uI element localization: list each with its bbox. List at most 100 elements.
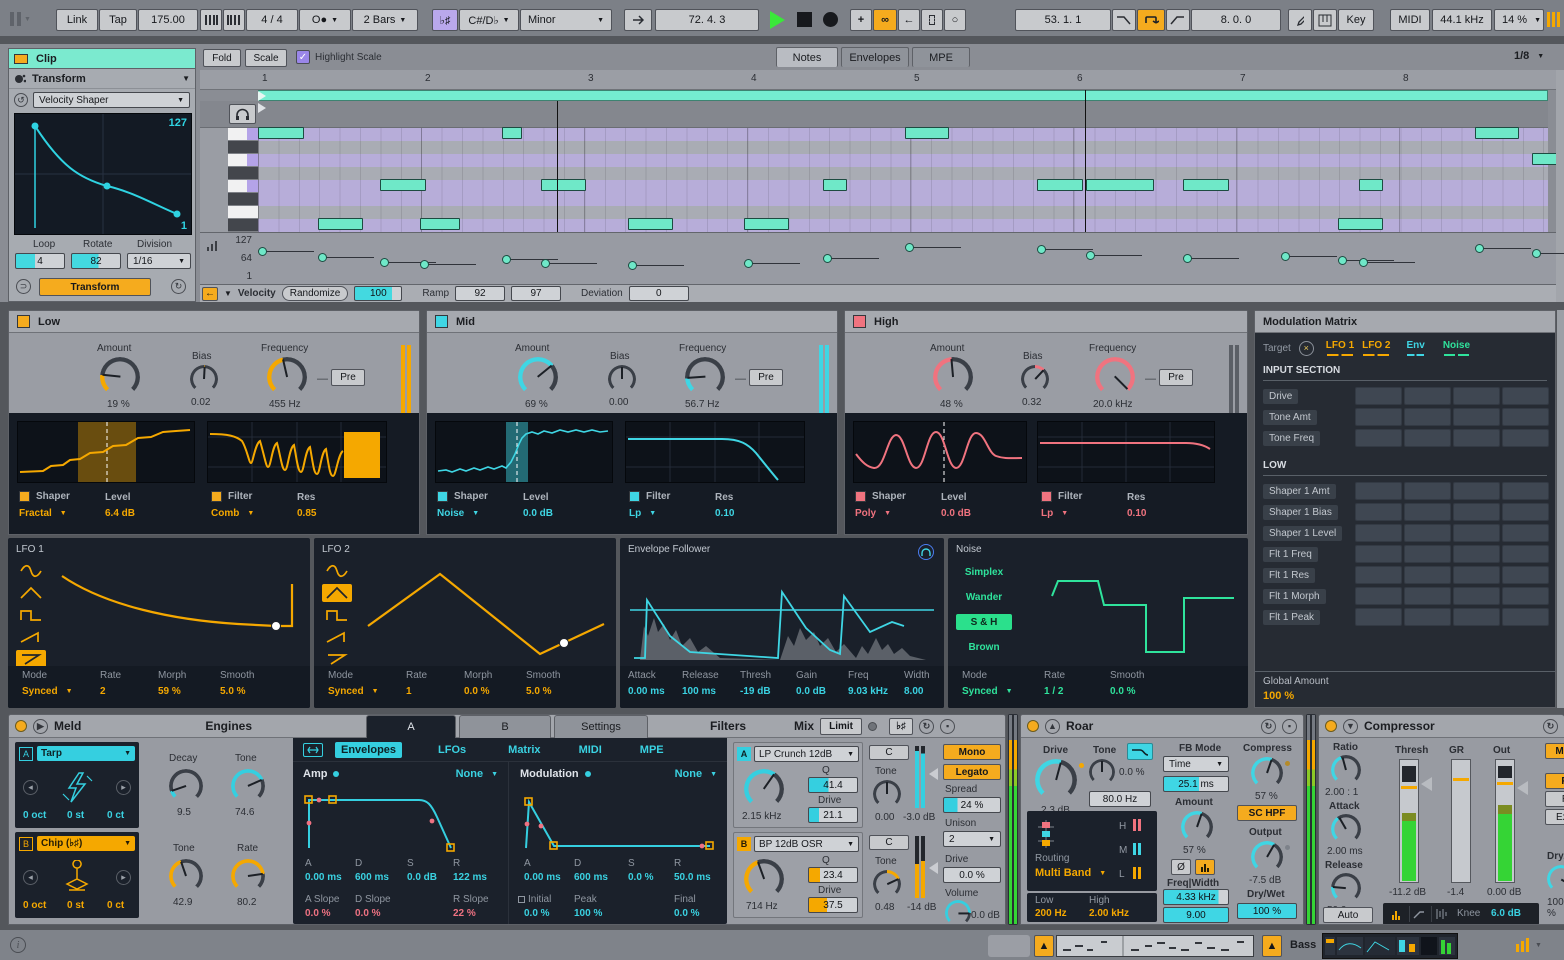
matrix-row-label[interactable]: Flt 1 Res [1263, 568, 1315, 583]
transform-loop-mode-icon[interactable]: ⊃ [16, 279, 31, 294]
matrix-cell[interactable] [1502, 587, 1549, 605]
follow-button[interactable] [624, 9, 652, 31]
lfo1-saw-up-icon[interactable] [16, 628, 46, 646]
engine-b-knob2-value[interactable]: 80.2 [237, 897, 256, 908]
matrix-cell[interactable] [1355, 587, 1402, 605]
midi-note[interactable] [541, 179, 586, 191]
low-bias-value[interactable]: 0.02 [191, 397, 210, 408]
engine-a-knob1-value[interactable]: 9.5 [177, 807, 191, 818]
lfo1-waveform-display[interactable] [54, 560, 304, 666]
velocity-marker[interactable] [420, 260, 429, 269]
midi-note[interactable] [1037, 179, 1083, 191]
env-link-icon[interactable] [303, 743, 323, 757]
velocity-marker[interactable] [1475, 244, 1484, 253]
filter-a-type-selector[interactable]: LP Crunch 12dB▼ [754, 746, 859, 762]
meld-save-icon[interactable]: ▪ [940, 719, 955, 734]
engine-b-oct[interactable]: 0 oct [23, 900, 46, 911]
filter-a-drive-value[interactable]: 21.1 [808, 807, 858, 823]
low-shaper-display[interactable] [17, 421, 195, 483]
roar-drive-knob[interactable] [1035, 759, 1077, 801]
mod-initial-value[interactable]: 0.0 % [524, 908, 550, 919]
low-frequency-knob[interactable] [267, 357, 307, 397]
crossover-high-value[interactable]: 2.00 kHz [1089, 908, 1129, 919]
mix-a-level-handle[interactable] [929, 768, 938, 780]
high-shaper-display[interactable] [853, 421, 1027, 483]
expand-button[interactable]: Expand [1545, 809, 1564, 825]
matrix-row-label[interactable]: Tone Amt [1263, 410, 1317, 425]
midi-note[interactable] [502, 127, 522, 139]
band-mid-activator[interactable] [435, 315, 448, 328]
filter-a-freq-value[interactable]: 2.15 kHz [742, 811, 781, 822]
key-signature-toggle[interactable]: ♭♯ [432, 9, 458, 31]
subtab-midi[interactable]: MIDI [573, 742, 608, 758]
tempo-field[interactable]: 175.00 [138, 9, 198, 31]
noise-type-simplex[interactable]: Simplex [956, 564, 1012, 580]
matrix-row-label[interactable]: Drive [1263, 389, 1298, 404]
high-filter-toggle[interactable] [1041, 491, 1052, 502]
envf-thresh-value[interactable]: -19 dB [740, 686, 771, 697]
matrix-cell[interactable] [1453, 545, 1500, 563]
output-meter-icon[interactable]: ▼ [1516, 938, 1542, 952]
knee-value[interactable]: 6.0 dB [1491, 908, 1521, 919]
meld-activator[interactable] [15, 720, 27, 732]
low-amount-value[interactable]: 19 % [107, 399, 130, 410]
engine-b-rate-knob[interactable] [231, 859, 265, 893]
key-map-button[interactable]: Key [1338, 9, 1374, 31]
volume-knob[interactable] [945, 900, 971, 925]
matrix-cell[interactable] [1453, 587, 1500, 605]
highlight-scale-checkbox[interactable]: ✓ [296, 50, 310, 64]
mod-peak-value[interactable]: 100 % [574, 908, 602, 919]
tab-notes[interactable]: Notes [776, 47, 838, 67]
matrix-cell[interactable] [1355, 608, 1402, 626]
mid-shaper-toggle[interactable] [437, 491, 448, 502]
mix-a-db-value[interactable]: -3.0 dB [903, 812, 935, 823]
release-knob[interactable] [1331, 873, 1361, 903]
lfo2-square-icon[interactable] [322, 606, 352, 624]
meld-scale-aware-icon[interactable]: ♭♯ [889, 718, 913, 735]
midi-note[interactable] [258, 127, 304, 139]
velocity-marker[interactable] [628, 261, 637, 270]
matrix-row-label[interactable]: Flt 1 Morph [1263, 589, 1326, 604]
out-value[interactable]: 0.00 dB [1487, 887, 1521, 898]
makeup-button[interactable]: Makeup [1545, 743, 1564, 759]
subtab-lfos[interactable]: LFOs [432, 742, 472, 758]
fb-mode-selector[interactable]: Time▼ [1163, 756, 1229, 772]
overdub-button[interactable]: ∞ [873, 9, 897, 31]
record-button[interactable] [823, 12, 838, 27]
ramp-end-field[interactable]: 97 [511, 286, 561, 301]
matrix-cell[interactable] [1502, 545, 1549, 563]
noise-smooth-value[interactable]: 0.0 % [1110, 686, 1136, 697]
amp-sustain-value[interactable]: 0.0 dB [407, 872, 437, 883]
mix-b-pan[interactable]: C [869, 835, 909, 850]
stop-button[interactable] [797, 12, 812, 27]
midi-note[interactable] [1475, 127, 1519, 139]
midi-note[interactable] [380, 179, 426, 191]
lfo2-saw-up-icon[interactable] [322, 628, 352, 646]
re-enable-automation-button[interactable] [921, 9, 943, 31]
velocity-marker[interactable] [1281, 252, 1290, 261]
lfo2-smooth-value[interactable]: 5.0 % [526, 686, 552, 697]
quantization-selector[interactable]: 2 Bars▼ [352, 9, 418, 31]
noise-display[interactable] [1048, 560, 1240, 664]
nudge-up-icon[interactable] [223, 9, 245, 31]
matrix-row-label[interactable]: Shaper 1 Amt [1263, 484, 1336, 499]
device-chain-overview[interactable] [1322, 933, 1458, 959]
engine-a-decay-knob[interactable] [169, 769, 203, 803]
band-low-activator[interactable] [17, 315, 30, 328]
spread-value[interactable]: 24 % [943, 797, 1001, 813]
mid-filter-toggle[interactable] [629, 491, 640, 502]
matrix-source-lfo1[interactable]: LFO 1 [1326, 340, 1354, 356]
link-button[interactable]: Link [56, 9, 98, 31]
midi-note[interactable] [420, 218, 460, 230]
lane-add-caret-icon[interactable]: ▼ [224, 289, 232, 298]
envf-attack-value[interactable]: 0.00 ms [628, 686, 665, 697]
low-frequency-value[interactable]: 455 Hz [269, 399, 301, 410]
mix-a-pan[interactable]: C [869, 745, 909, 760]
meld-preview-icon[interactable]: ▶ [33, 719, 48, 734]
device-chain-expand-button[interactable]: ▲ [1262, 935, 1282, 957]
engine-a-knob2-value[interactable]: 74.6 [235, 807, 254, 818]
matrix-cell[interactable] [1404, 545, 1451, 563]
meld-tab-settings[interactable]: Settings [554, 715, 648, 738]
matrix-cell[interactable] [1404, 608, 1451, 626]
midi-note[interactable] [318, 218, 363, 230]
